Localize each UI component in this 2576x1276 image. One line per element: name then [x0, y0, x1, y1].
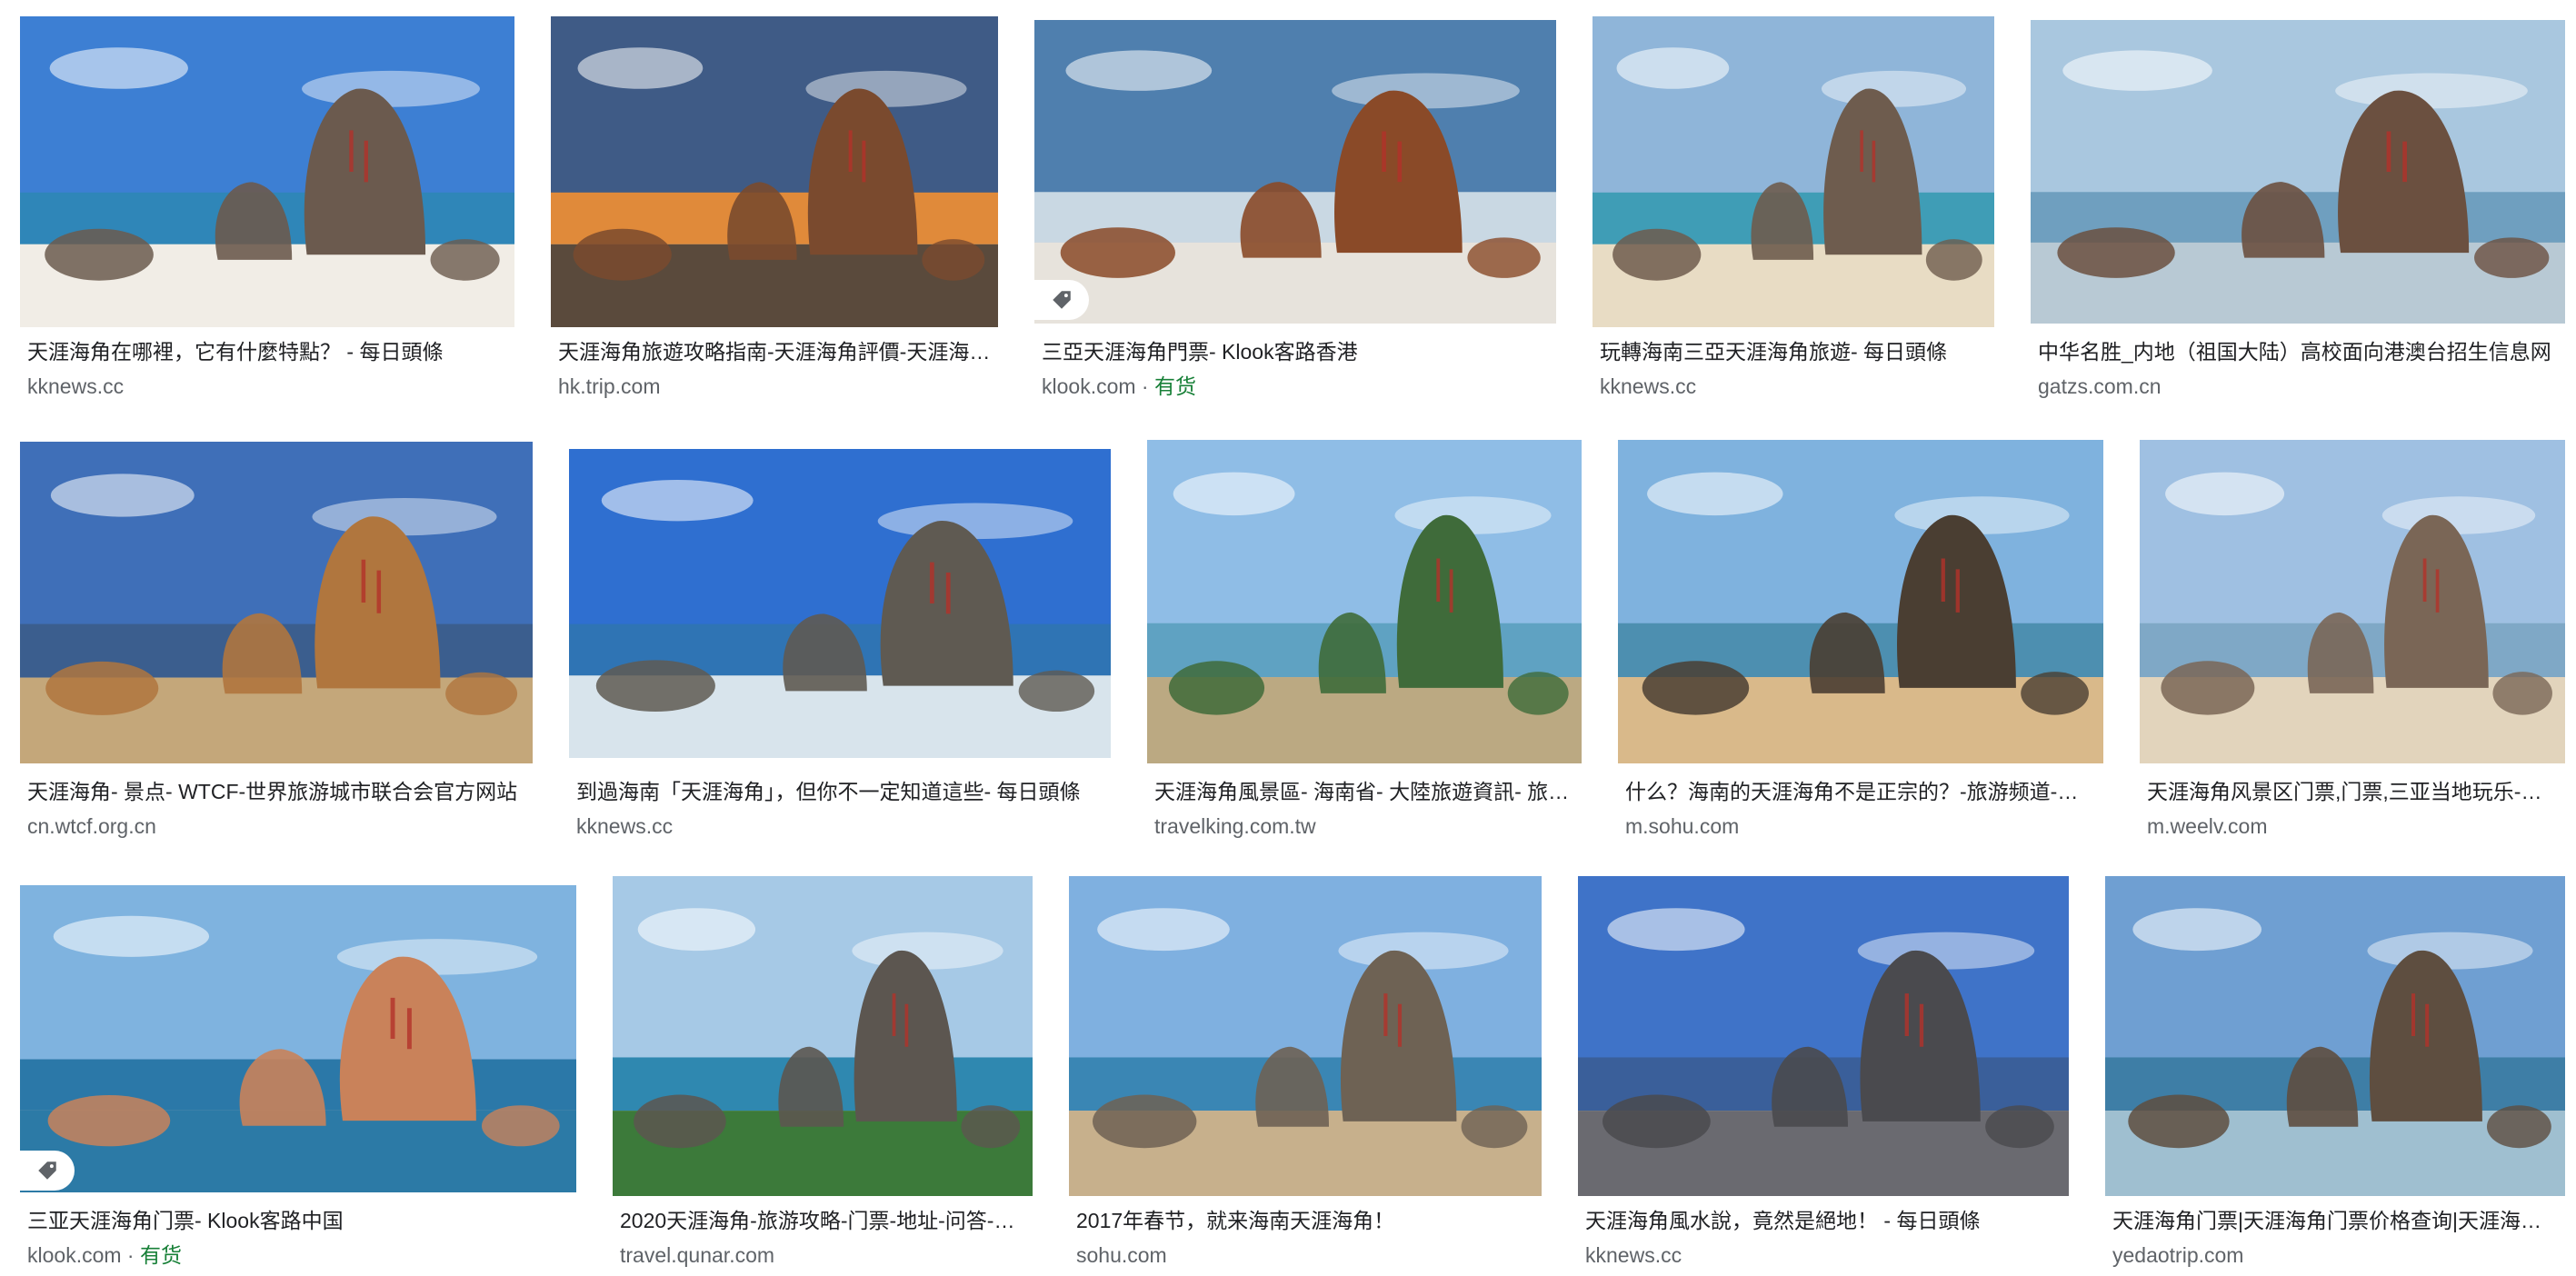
result-title[interactable]: 玩轉海南三亞天涯海角旅遊- 每日頭條: [1600, 338, 1987, 365]
result-thumbnail[interactable]: [1593, 16, 1994, 327]
result-title[interactable]: 天涯海角在哪裡，它有什麼特點？ - 每日頭條: [27, 338, 507, 365]
beach-rock-photo: [2105, 876, 2565, 1196]
results-row-1: 天涯海角在哪裡，它有什麼特點？ - 每日頭條 kknews.cc 天涯海角旅遊攻…: [0, 0, 2576, 436]
result-thumbnail[interactable]: [2031, 20, 2565, 324]
result-thumbnail[interactable]: [1147, 440, 1582, 763]
beach-rock-photo: [20, 885, 576, 1192]
result-card[interactable]: 天涯海角在哪裡，它有什麼特點？ - 每日頭條 kknews.cc: [20, 16, 514, 416]
result-source: gatzs.com.cn: [2038, 374, 2162, 398]
result-title[interactable]: 中华名胜_内地（祖国大陆）高校面向港澳台招生信息网: [2038, 338, 2558, 365]
in-stock-label: 有货: [1154, 374, 1196, 398]
result-card[interactable]: 天涯海角门票|天涯海角门票价格查询|天涯海角门票... yedaotrip.co…: [2105, 876, 2565, 1274]
result-source: hk.trip.com: [558, 374, 661, 398]
result-source: m.weelv.com: [2147, 814, 2268, 838]
result-card[interactable]: 玩轉海南三亞天涯海角旅遊- 每日頭條 kknews.cc: [1593, 16, 1994, 416]
beach-rock-photo: [613, 876, 1033, 1196]
result-thumbnail[interactable]: [20, 442, 533, 763]
in-stock-label: 有货: [140, 1243, 182, 1267]
result-card[interactable]: 天涯海角風景區- 海南省- 大陸旅遊資訊- 旅遊天王 travelking.co…: [1147, 440, 1582, 842]
result-thumbnail[interactable]: [551, 16, 998, 327]
result-card[interactable]: 三亞天涯海角門票- Klook客路香港 klook.com · 有货: [1034, 20, 1556, 416]
result-card[interactable]: 2020天涯海角-旅游攻略-门票-地址-问答-游记点评... travel.qu…: [613, 876, 1033, 1274]
result-card[interactable]: 2017年春节，就来海南天涯海角！ sohu.com: [1069, 876, 1542, 1274]
result-title[interactable]: 天涯海角风景区门票,门票,三亚当地玩乐-当地玩乐...: [2147, 778, 2558, 805]
result-source: klook.com · 有货: [27, 1243, 182, 1267]
result-thumbnail[interactable]: [569, 449, 1111, 758]
result-title[interactable]: 天涯海角風景區- 海南省- 大陸旅遊資訊- 旅遊天王: [1154, 778, 1574, 805]
result-card[interactable]: 天涯海角- 景点- WTCF-世界旅游城市联合会官方网站 cn.wtcf.org…: [20, 442, 533, 842]
result-title[interactable]: 天涯海角门票|天涯海角门票价格查询|天涯海角门票...: [2112, 1207, 2558, 1234]
result-title[interactable]: 天涯海角- 景点- WTCF-世界旅游城市联合会官方网站: [27, 778, 525, 805]
result-source: kknews.cc: [1600, 374, 1697, 398]
result-title[interactable]: 天涯海角風水說，竟然是絕地！ - 每日頭條: [1585, 1207, 2062, 1234]
beach-rock-photo: [1593, 16, 1994, 327]
result-source: klook.com · 有货: [1042, 374, 1196, 398]
result-source: kknews.cc: [27, 374, 125, 398]
result-thumbnail[interactable]: [613, 876, 1033, 1196]
beach-rock-photo: [2031, 20, 2565, 324]
result-source: kknews.cc: [1585, 1243, 1682, 1267]
result-source: kknews.cc: [576, 814, 674, 838]
result-thumbnail[interactable]: [1578, 876, 2069, 1196]
price-tag-icon: [20, 1151, 75, 1191]
result-source: sohu.com: [1076, 1243, 1167, 1267]
beach-rock-photo: [1069, 876, 1542, 1196]
result-title[interactable]: 什么？海南的天涯海角不是正宗的？-旅游频道-手机搜狐: [1625, 778, 2096, 805]
result-card[interactable]: 到過海南「天涯海角」，但你不一定知道這些- 每日頭條 kknews.cc: [569, 449, 1111, 842]
beach-rock-photo: [551, 16, 998, 327]
result-source: travelking.com.tw: [1154, 814, 1316, 838]
result-card[interactable]: 天涯海角風水說，竟然是絕地！ - 每日頭條 kknews.cc: [1578, 876, 2069, 1274]
beach-rock-photo: [1618, 440, 2103, 763]
result-title[interactable]: 到過海南「天涯海角」，但你不一定知道這些- 每日頭條: [576, 778, 1103, 805]
result-thumbnail[interactable]: [20, 885, 576, 1192]
result-card[interactable]: 三亚天涯海角门票- Klook客路中国 klook.com · 有货: [20, 878, 576, 1274]
result-thumbnail[interactable]: [1069, 876, 1542, 1196]
result-card[interactable]: 天涯海角风景区门票,门票,三亚当地玩乐-当地玩乐... m.weelv.com: [2140, 440, 2565, 842]
result-source: cn.wtcf.org.cn: [27, 814, 156, 838]
result-card[interactable]: 什么？海南的天涯海角不是正宗的？-旅游频道-手机搜狐 m.sohu.com: [1618, 440, 2103, 842]
results-row-3: 三亚天涯海角门票- Klook客路中国 klook.com · 有货 2020天…: [0, 872, 2576, 1276]
beach-rock-photo: [1034, 20, 1556, 324]
beach-rock-photo: [2140, 440, 2565, 763]
price-tag-icon: [1034, 280, 1089, 320]
result-title[interactable]: 2020天涯海角-旅游攻略-门票-地址-问答-游记点评...: [620, 1207, 1025, 1234]
result-source: travel.qunar.com: [620, 1243, 775, 1267]
beach-rock-photo: [20, 16, 514, 327]
beach-rock-photo: [569, 449, 1111, 758]
result-thumbnail[interactable]: [1034, 20, 1556, 324]
result-title[interactable]: 天涯海角旅遊攻略指南-天涯海角評價-天涯海角附近...: [558, 338, 991, 365]
result-source: yedaotrip.com: [2112, 1243, 2244, 1267]
result-title[interactable]: 三亚天涯海角门票- Klook客路中国: [27, 1207, 569, 1234]
beach-rock-photo: [1578, 876, 2069, 1196]
result-title[interactable]: 2017年春节，就来海南天涯海角！: [1076, 1207, 1534, 1234]
result-thumbnail[interactable]: [2140, 440, 2565, 763]
result-card[interactable]: 天涯海角旅遊攻略指南-天涯海角評價-天涯海角附近... hk.trip.com: [551, 16, 998, 416]
result-thumbnail[interactable]: [20, 16, 514, 327]
result-thumbnail[interactable]: [1618, 440, 2103, 763]
result-source: m.sohu.com: [1625, 814, 1740, 838]
results-row-2: 天涯海角- 景点- WTCF-世界旅游城市联合会官方网站 cn.wtcf.org…: [0, 436, 2576, 872]
result-card[interactable]: 中华名胜_内地（祖国大陆）高校面向港澳台招生信息网 gatzs.com.cn: [2031, 20, 2565, 416]
beach-rock-photo: [20, 442, 533, 763]
beach-rock-photo: [1147, 440, 1582, 763]
result-title[interactable]: 三亞天涯海角門票- Klook客路香港: [1042, 338, 1549, 365]
result-thumbnail[interactable]: [2105, 876, 2565, 1196]
